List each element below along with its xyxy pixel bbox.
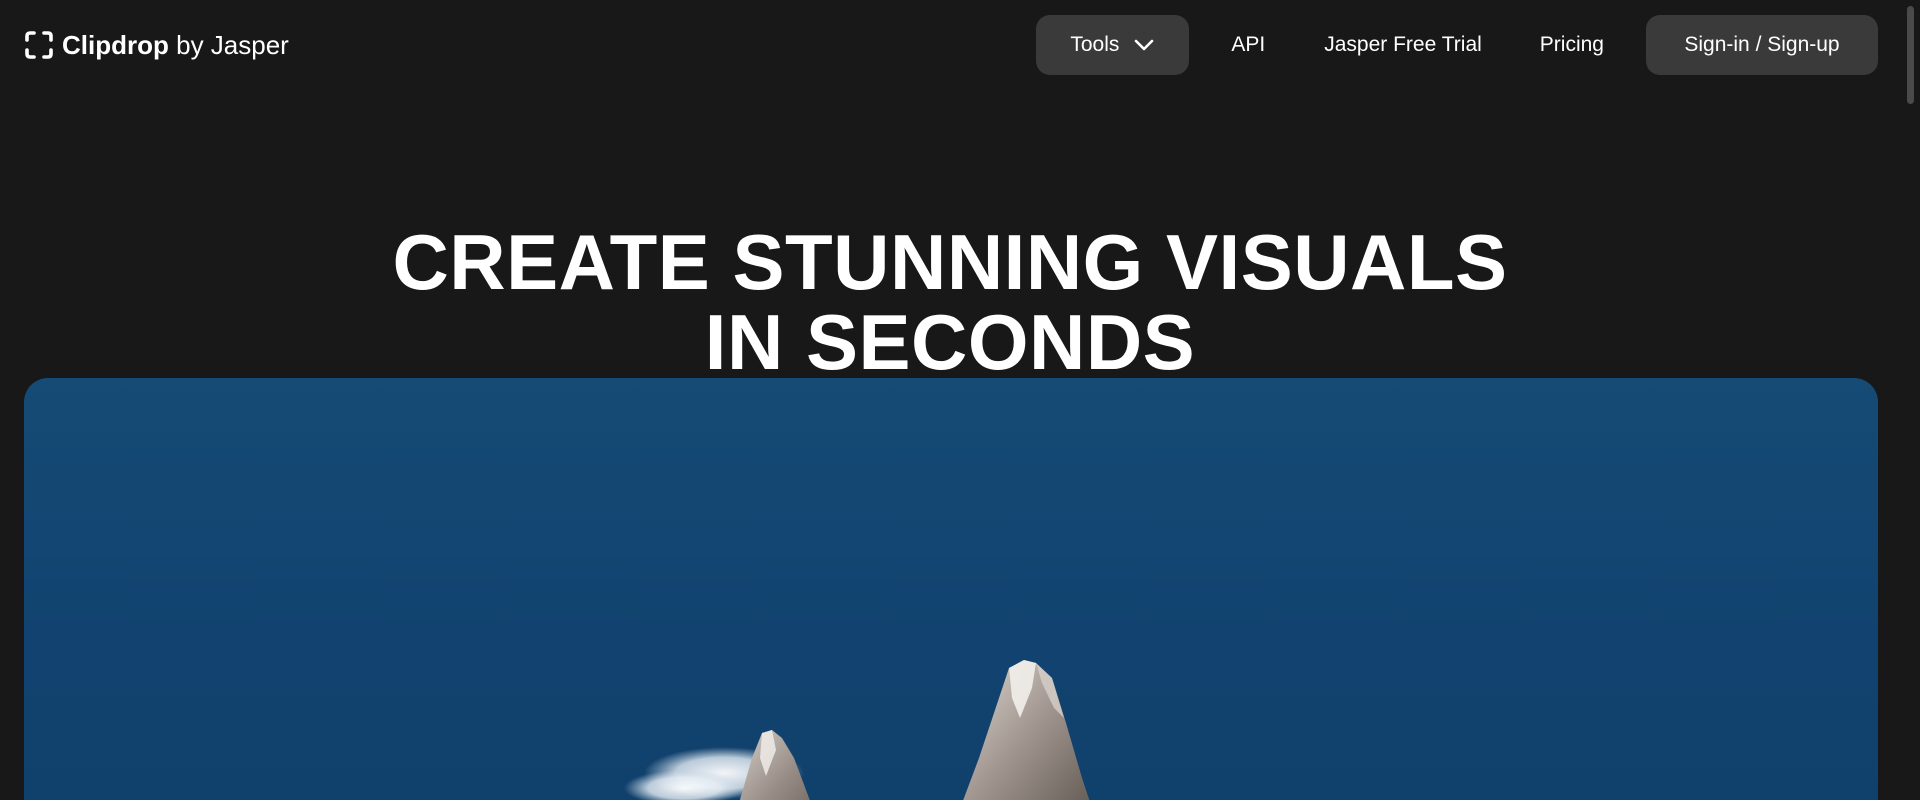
jasper-free-trial-link[interactable]: Jasper Free Trial [1301,15,1505,75]
logo-brand: Clipdrop [62,30,169,60]
clipdrop-logo[interactable]: Clipdrop by Jasper [24,28,289,62]
tools-label: Tools [1070,33,1120,56]
logo-wordmark: Clipdrop by Jasper [62,28,289,62]
logo-by-jasper: by Jasper [176,30,289,60]
clipdrop-bracket-icon [25,31,53,59]
page-scrollbar[interactable] [1900,0,1920,800]
chevron-down-icon [1135,39,1154,51]
scrollbar-thumb[interactable] [1907,6,1914,104]
mountain-peaks-illustration [624,660,1090,800]
tools-dropdown-button[interactable]: Tools [1036,15,1190,75]
api-link[interactable]: API [1207,15,1289,75]
sign-in-button[interactable]: Sign-in / Sign-up [1646,15,1878,75]
hero-title: CREATE STUNNING VISUALS IN SECONDS [0,222,1900,382]
hero-title-line-1: CREATE STUNNING VISUALS [392,218,1508,307]
hero-title-line-2: IN SECONDS [704,298,1196,387]
pricing-link[interactable]: Pricing [1517,15,1627,75]
mountain-peaks-sky-image [24,378,1878,800]
page: Clipdrop by Jasper Tools API Jasper Free… [0,0,1920,800]
top-nav-bar: Clipdrop by Jasper Tools API Jasper Free… [0,0,1920,92]
main-nav: Tools API Jasper Free Trial Pricing Sign… [1036,15,1878,75]
